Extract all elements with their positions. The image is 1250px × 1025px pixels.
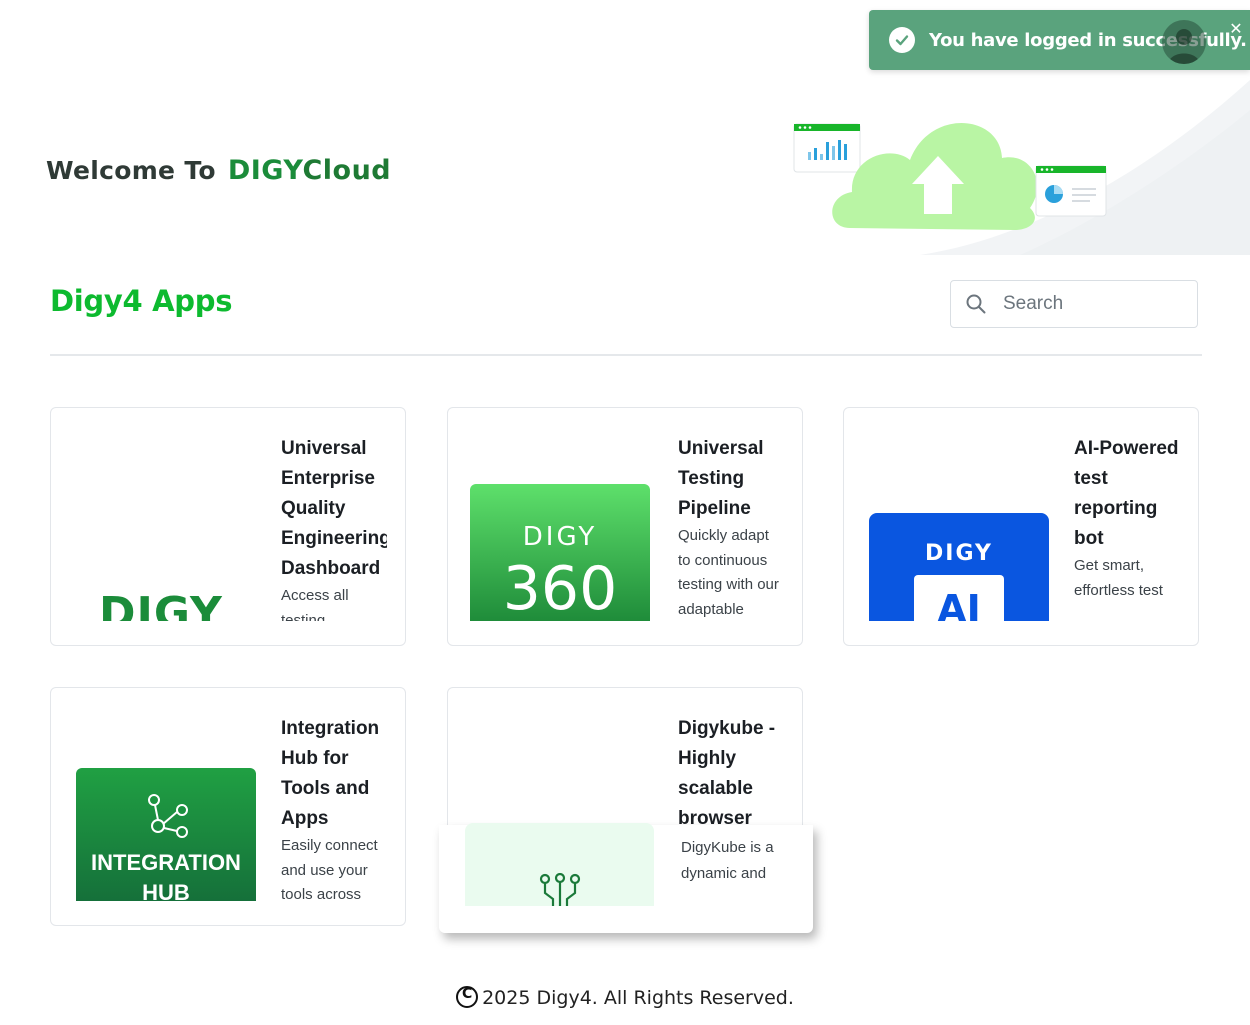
card-title: AI-Powered test reporting bot [1074,438,1179,549]
app-card-quality-dashboard[interactable]: DIGY Universal Enterprise Quality Engine… [50,407,406,646]
digy360-logo-line1: DIGY [522,522,598,552]
footer: 2025 Digy4. All Rights Reserved. [0,986,1250,1009]
digykube-logo [465,823,654,906]
check-circle-icon [889,27,915,53]
digyai-logo-line2: AI [937,587,981,621]
card-title: Universal Enterprise Quality Engineering… [281,438,387,579]
search-icon [966,294,986,314]
digycloud-logo: DIGYCloud [228,155,391,186]
search-box[interactable] [950,280,1198,328]
card-description: Quickly adapt to continuous testing with… [678,527,779,618]
integration-hub-logo: INTEGRATION HUB [76,768,256,901]
welcome-text: Welcome To [46,155,216,185]
card-description: Get smart, effortless test [1074,557,1163,599]
search-input[interactable] [1001,292,1175,316]
digy360-logo-line2: 360 [502,554,618,621]
digykube-hover-overlay[interactable]: DigyKube is a dynamic and [439,823,813,933]
digyai-badge: AI [914,575,1004,621]
card-description: Access all testing [281,587,349,621]
app-card-digy360[interactable]: DIGY 360 Universal Testing Pipeline Quic… [447,407,803,646]
brand-digy: DIGY [227,154,303,186]
integration-hub-logo-text: INTEGRATION HUB [76,848,256,901]
card-text: Universal Enterprise Quality Engineering… [281,434,387,621]
section-title: Digy4 Apps [50,284,233,318]
cloud-upload-illustration [790,108,1120,238]
close-icon[interactable]: ✕ [1228,22,1244,38]
card-description: Easily connect and use your tools across [281,837,378,901]
circuit-icon [539,873,581,906]
brand-cloud: Cloud [302,154,392,186]
app-card-digy-ai[interactable]: DIGY AI AI-Powered test reporting bot Ge… [843,407,1199,646]
card-text: Universal Testing Pipeline Quickly adapt… [678,434,784,621]
integration-logo-line1: INTEGRATION [91,850,241,875]
hub-network-icon [148,794,188,838]
section-divider [50,354,1202,356]
card-title: Integration Hub for Tools and Apps [281,718,380,829]
digy-logo: DIGY [73,578,253,621]
welcome-heading: Welcome To DIGYCloud [46,150,391,190]
card-text: Integration Hub for Tools and Apps Easil… [281,714,387,901]
digy360-logo: DIGY 360 [470,484,650,621]
digyai-logo-line1: DIGY [925,541,993,566]
footer-text: 2025 Digy4. All Rights Reserved. [482,987,794,1009]
digy-logo-text: DIGY [99,588,223,621]
card-description: DigyKube is a dynamic and [681,839,774,882]
card-text: AI-Powered test reporting bot Get smart,… [1074,434,1180,621]
card-text: DigyKube is a dynamic and [681,835,791,907]
app-card-integration-hub[interactable]: INTEGRATION HUB Integration Hub for Tool… [50,687,406,926]
digyai-logo: DIGY AI [869,513,1049,621]
integration-logo-line2: HUB [142,880,190,901]
copyright-icon [456,986,479,1008]
user-avatar[interactable] [1162,20,1206,64]
card-title: Universal Testing Pipeline [678,438,764,519]
